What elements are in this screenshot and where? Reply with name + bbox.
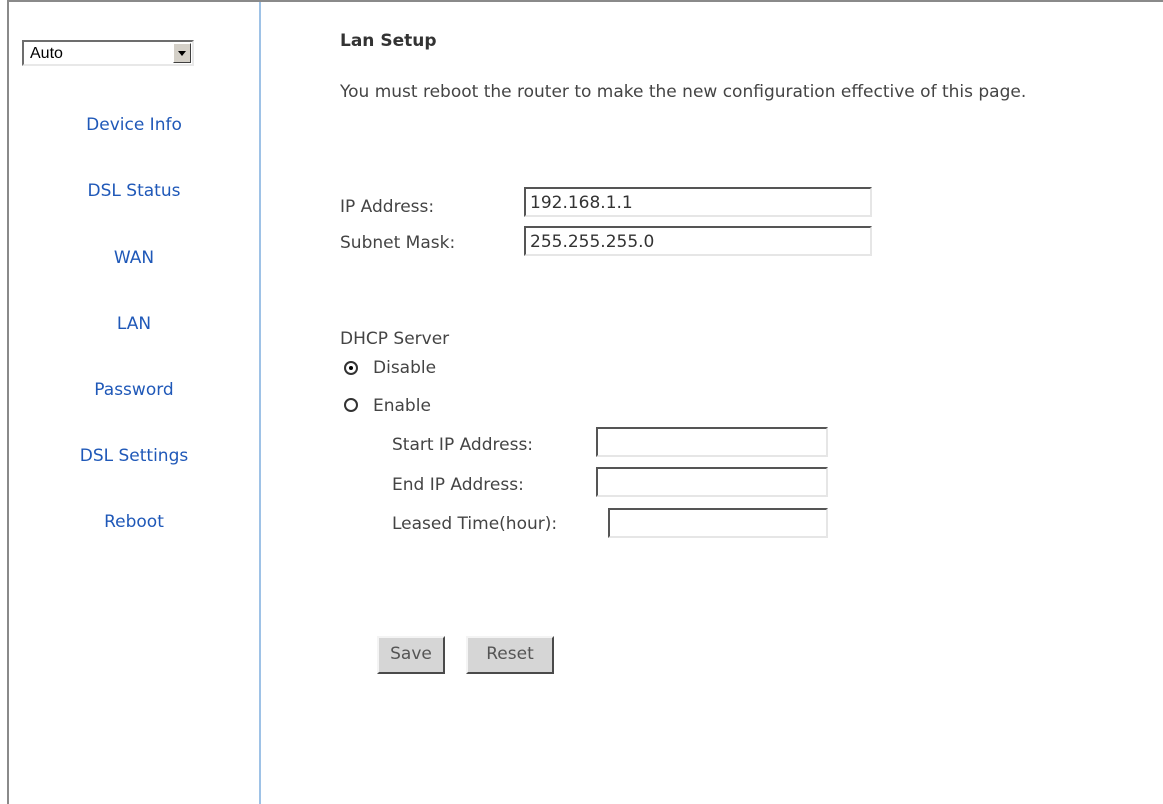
dhcp-enable-radio[interactable] bbox=[344, 398, 358, 412]
ip-address-input[interactable]: 192.168.1.1 bbox=[524, 187, 872, 217]
start-ip-input[interactable] bbox=[596, 427, 828, 457]
main-content: Lan Setup You must reboot the router to … bbox=[264, 0, 1163, 804]
reset-button[interactable]: Reset bbox=[466, 636, 554, 674]
sidebar-item-lan[interactable]: LAN bbox=[9, 314, 259, 334]
dhcp-disable-label: Disable bbox=[373, 358, 437, 378]
language-select[interactable]: Auto bbox=[22, 40, 194, 66]
sidebar-item-reboot[interactable]: Reboot bbox=[9, 512, 259, 532]
start-ip-label: Start IP Address: bbox=[392, 435, 534, 455]
reboot-note: You must reboot the router to make the n… bbox=[340, 82, 1027, 102]
ip-address-label: IP Address: bbox=[340, 197, 435, 217]
sidebar-item-wan[interactable]: WAN bbox=[9, 248, 259, 268]
language-select-value: Auto bbox=[30, 45, 63, 62]
subnet-mask-input[interactable]: 255.255.255.0 bbox=[524, 226, 872, 256]
dhcp-enable-label: Enable bbox=[373, 396, 431, 416]
dhcp-server-heading: DHCP Server bbox=[340, 329, 450, 349]
page-title: Lan Setup bbox=[340, 31, 437, 51]
chevron-down-icon[interactable] bbox=[173, 43, 191, 63]
sidebar-item-dsl-status[interactable]: DSL Status bbox=[9, 181, 259, 201]
leased-time-input[interactable] bbox=[608, 508, 828, 538]
leased-time-label: Leased Time(hour): bbox=[392, 514, 558, 534]
end-ip-label: End IP Address: bbox=[392, 475, 524, 495]
end-ip-input[interactable] bbox=[596, 467, 828, 497]
sidebar-item-password[interactable]: Password bbox=[9, 380, 259, 400]
subnet-mask-label: Subnet Mask: bbox=[340, 233, 456, 253]
sidebar-item-device-info[interactable]: Device Info bbox=[9, 115, 259, 135]
save-button[interactable]: Save bbox=[377, 636, 445, 674]
sidebar-item-dsl-settings[interactable]: DSL Settings bbox=[9, 446, 259, 466]
dhcp-disable-radio[interactable] bbox=[344, 361, 358, 375]
